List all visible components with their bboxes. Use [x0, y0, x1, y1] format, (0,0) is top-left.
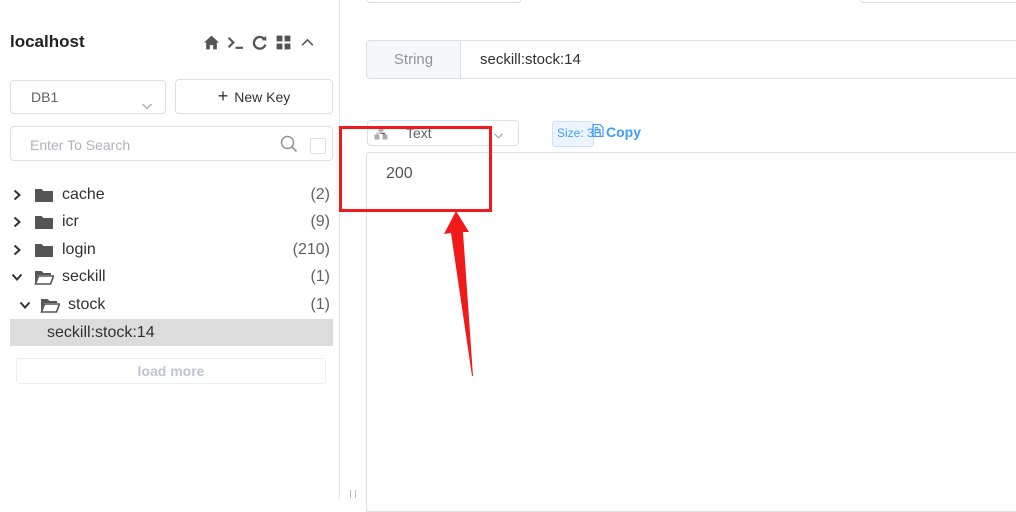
tree-folder-count: (2)	[310, 185, 330, 203]
resize-handle[interactable]	[350, 490, 356, 498]
folder-open-icon	[34, 269, 54, 286]
key-name-input[interactable]: seckill:stock:14	[460, 40, 1016, 79]
top-input-fragment	[860, 0, 1016, 3]
folder-icon	[34, 214, 54, 230]
annotation-box	[339, 126, 492, 212]
key-type-tag: String	[366, 40, 461, 79]
chevron-right-icon	[10, 215, 24, 229]
new-key-button[interactable]: + New Key	[175, 79, 333, 114]
connection-toolbar	[201, 32, 317, 52]
tree-folder-icr[interactable]: icr (9)	[10, 209, 333, 237]
chevron-down-icon	[141, 91, 153, 110]
search-input[interactable]	[12, 128, 292, 161]
grid-icon[interactable]	[273, 32, 293, 52]
document-icon	[592, 123, 604, 140]
folder-icon	[34, 187, 54, 203]
chevron-right-icon	[10, 188, 24, 202]
copy-button[interactable]: Copy	[592, 123, 641, 140]
tree-folder-label: stock	[68, 295, 106, 313]
size-tag: Size: 3B	[552, 121, 602, 147]
exact-search-checkbox[interactable]	[310, 138, 326, 154]
refresh-icon[interactable]	[249, 32, 269, 52]
tree-folder-label: cache	[62, 185, 105, 203]
folder-icon	[34, 242, 54, 258]
chevron-down-icon	[493, 128, 504, 139]
tree-folder-stock[interactable]: stock (1)	[10, 291, 333, 319]
tree-folder-login[interactable]: login (210)	[10, 236, 333, 264]
top-input-fragment	[366, 0, 522, 3]
terminal-icon[interactable]	[225, 32, 245, 52]
tree-folder-label: icr	[62, 213, 79, 231]
tree-folder-count: (1)	[310, 268, 330, 286]
tree-folder-label: login	[62, 240, 96, 258]
db-select[interactable]: DB1	[10, 80, 166, 114]
home-icon[interactable]	[201, 32, 221, 52]
load-more-button[interactable]: load more	[16, 358, 326, 384]
search-box	[10, 126, 333, 161]
chevron-down-icon	[10, 270, 24, 284]
tree-folder-cache[interactable]: cache (2)	[10, 181, 333, 209]
tree-key-selected[interactable]: seckill:stock:14	[10, 318, 333, 346]
search-icon[interactable]	[280, 135, 298, 153]
tree-folder-label: seckill	[62, 268, 106, 286]
db-select-value: DB1	[31, 89, 59, 105]
folder-open-icon	[40, 297, 60, 313]
connection-title: localhost	[10, 32, 85, 51]
copy-label: Copy	[606, 124, 641, 140]
tree-folder-count: (1)	[310, 295, 330, 313]
tree-folder-seckill[interactable]: seckill (1)	[10, 264, 333, 292]
chevron-down-icon	[18, 298, 32, 312]
plus-icon: +	[217, 85, 229, 106]
chevron-right-icon	[10, 243, 24, 257]
tree-folder-count: (9)	[310, 213, 330, 231]
new-key-label: New Key	[234, 88, 291, 105]
chevron-up-icon[interactable]	[297, 32, 317, 52]
key-tree: cache (2) icr (9) login (210) seckill (1…	[10, 181, 333, 346]
sidebar: localhost DB1 + New Key Enter To Search …	[0, 0, 356, 499]
tree-folder-count: (210)	[292, 240, 330, 258]
